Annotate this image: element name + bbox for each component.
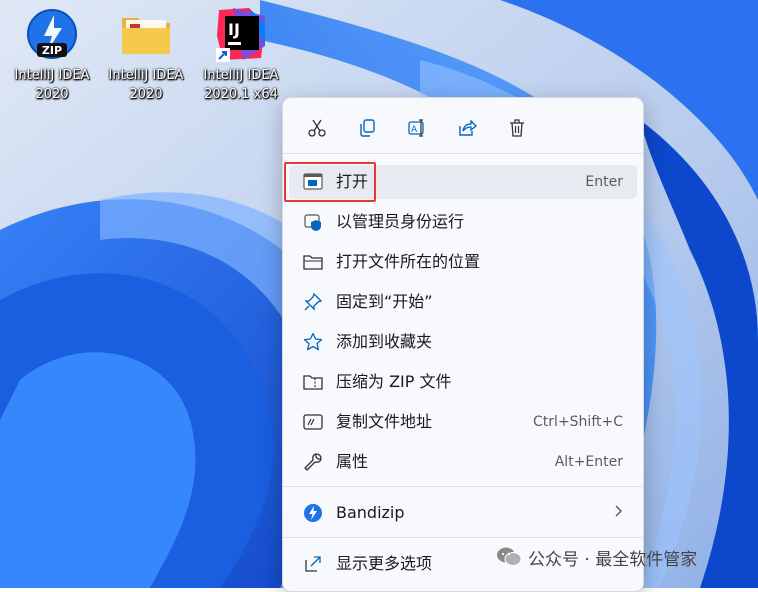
chevron-right-icon <box>613 504 623 522</box>
watermark: 公众号 · 最全软件管家 <box>496 543 697 571</box>
share-icon <box>459 119 477 136</box>
menu-item-open-file-location[interactable]: 打开文件所在的位置 <box>289 245 637 279</box>
svg-text:A: A <box>411 125 418 135</box>
menu-item-label: 添加到收藏夹 <box>336 332 433 351</box>
folder-icon <box>303 252 323 272</box>
desktop-icon-folder[interactable]: IntelliJ IDEA 2020 <box>101 6 191 104</box>
copy-button[interactable] <box>347 110 387 146</box>
cut-icon <box>308 119 326 137</box>
pin-icon <box>303 292 323 312</box>
menu-item-pin-to-start[interactable]: 固定到“开始” <box>289 285 637 319</box>
menu-separator <box>283 153 643 154</box>
watermark-text: 公众号 · 最全软件管家 <box>528 549 698 570</box>
delete-icon <box>510 119 524 137</box>
menu-item-shortcut: Alt+Enter <box>554 454 623 470</box>
menu-item-compress-zip[interactable]: 压缩为 ZIP 文件 <box>289 365 637 399</box>
menu-item-label: 属性 <box>336 452 369 471</box>
cut-button[interactable] <box>297 110 337 146</box>
share-button[interactable] <box>447 110 487 146</box>
menu-toolbar: A <box>297 110 547 146</box>
bandizip-icon <box>303 503 323 523</box>
annotation-highlight-box <box>284 162 376 202</box>
menu-item-label: 显示更多选项 <box>336 554 433 573</box>
bandizip-zip-icon: ZIP <box>24 6 80 62</box>
intellij-shortcut-icon: IJ <box>213 6 269 62</box>
menu-item-label: 固定到“开始” <box>336 292 433 311</box>
menu-item-run-as-admin[interactable]: 以管理员身份运行 <box>289 205 637 239</box>
folder-icon <box>118 6 174 62</box>
wechat-icon <box>496 546 522 568</box>
menu-item-add-to-favorites[interactable]: 添加到收藏夹 <box>289 325 637 359</box>
menu-item-label: 打开文件所在的位置 <box>336 252 481 271</box>
svg-text:IJ: IJ <box>228 20 240 39</box>
menu-item-copy-path[interactable]: 复制文件地址 Ctrl+Shift+C <box>289 405 637 439</box>
svg-text:ZIP: ZIP <box>42 44 62 57</box>
menu-item-shortcut: Enter <box>585 174 623 190</box>
rename-icon: A <box>408 119 424 137</box>
wrench-icon <box>303 452 323 472</box>
menu-item-label: 复制文件地址 <box>336 412 433 431</box>
star-icon <box>303 332 323 352</box>
menu-item-bandizip[interactable]: Bandizip <box>289 496 637 530</box>
desktop-icon-intellij[interactable]: IJ IntelliJ IDEA 2020.1 x64 <box>196 6 286 104</box>
zip-folder-icon <box>303 372 323 392</box>
desktop-icon-label: IntelliJ IDEA 2020 <box>108 68 184 102</box>
desktop-icon-zip[interactable]: ZIP IntelliJ IDEA 2020 <box>7 6 97 104</box>
desktop[interactable]: ZIP IntelliJ IDEA 2020 IntelliJ IDEA 202… <box>0 0 758 592</box>
show-more-icon <box>303 554 323 574</box>
copy-path-icon <box>303 412 323 432</box>
menu-item-shortcut: Ctrl+Shift+C <box>533 414 623 430</box>
menu-item-label: 以管理员身份运行 <box>336 212 465 231</box>
desktop-icon-label: IntelliJ IDEA 2020.1 x64 <box>203 68 279 102</box>
menu-item-label: Bandizip <box>336 503 405 522</box>
delete-button[interactable] <box>497 110 537 146</box>
menu-item-properties[interactable]: 属性 Alt+Enter <box>289 445 637 479</box>
menu-separator <box>283 486 643 487</box>
menu-item-label: 压缩为 ZIP 文件 <box>336 372 452 391</box>
desktop-icon-label: IntelliJ IDEA 2020 <box>14 68 90 102</box>
copy-icon <box>360 119 375 137</box>
rename-button[interactable]: A <box>397 110 437 146</box>
menu-separator <box>283 537 643 538</box>
shield-icon <box>303 212 323 232</box>
